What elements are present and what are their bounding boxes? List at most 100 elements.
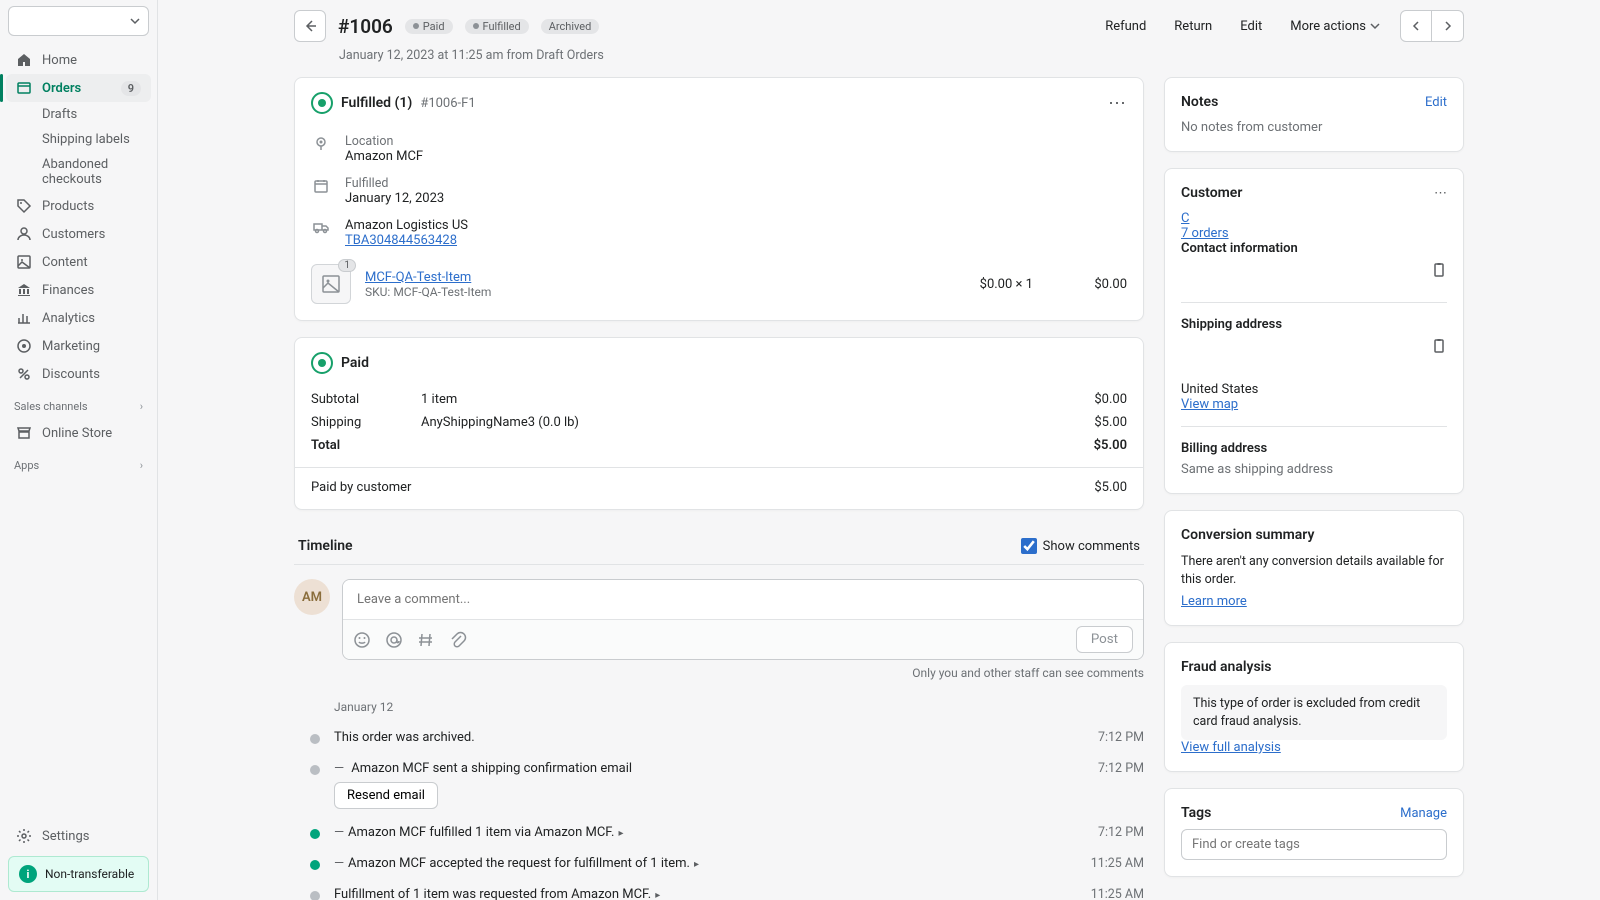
item-count-badge: 1 bbox=[338, 259, 356, 272]
paid-card: Paid Subtotal1 item$0.00 ShippingAnyShip… bbox=[294, 337, 1144, 510]
nav-drafts[interactable]: Drafts bbox=[6, 102, 151, 127]
timeline-text: Amazon MCF sent a shipping confirmation … bbox=[351, 761, 632, 776]
timeline-item[interactable]: —Amazon MCF fulfilled 1 item via Amazon … bbox=[294, 817, 1144, 848]
percent-icon bbox=[16, 366, 32, 382]
customer-menu-button[interactable]: ⋯ bbox=[1434, 186, 1447, 201]
fulfillment-menu-button[interactable]: ⋯ bbox=[1108, 93, 1127, 114]
learn-more-link[interactable]: Learn more bbox=[1181, 594, 1247, 609]
info-icon: i bbox=[19, 865, 37, 883]
order-pager bbox=[1400, 10, 1464, 42]
item-sku: SKU: MCF-QA-Test-Item bbox=[365, 285, 899, 299]
back-button[interactable] bbox=[294, 10, 326, 42]
comment-privacy-note: Only you and other staff can see comment… bbox=[342, 666, 1144, 680]
nav-discounts[interactable]: Discounts bbox=[6, 360, 151, 388]
truck-icon bbox=[311, 218, 331, 236]
customer-name-link[interactable]: C bbox=[1181, 211, 1189, 226]
orders-icon bbox=[16, 80, 32, 96]
customer-title: Customer bbox=[1181, 185, 1242, 201]
subtotal-label: Subtotal bbox=[311, 392, 421, 407]
nav-finances[interactable]: Finances bbox=[6, 276, 151, 304]
nav-marketing[interactable]: Marketing bbox=[6, 332, 151, 360]
notes-edit-link[interactable]: Edit bbox=[1425, 95, 1447, 110]
location-label: Location bbox=[345, 134, 423, 149]
total-amount: $5.00 bbox=[1027, 438, 1127, 453]
resend-email-button[interactable]: Resend email bbox=[334, 782, 438, 809]
view-full-analysis-link[interactable]: View full analysis bbox=[1181, 740, 1281, 755]
show-comments-toggle[interactable]: Show comments bbox=[1021, 538, 1140, 554]
status-badge-archived: Archived bbox=[541, 19, 600, 34]
nav-label: Customers bbox=[42, 227, 105, 242]
view-map-link[interactable]: View map bbox=[1181, 397, 1238, 412]
timeline-time: 11:25 AM bbox=[1064, 887, 1144, 900]
tracking-link[interactable]: TBA304844563428 bbox=[345, 233, 457, 248]
emoji-icon[interactable] bbox=[353, 631, 371, 649]
attach-icon[interactable] bbox=[449, 631, 467, 649]
nav-analytics[interactable]: Analytics bbox=[6, 304, 151, 332]
nav-content[interactable]: Content bbox=[6, 248, 151, 276]
customer-orders-link[interactable]: 7 orders bbox=[1181, 226, 1229, 241]
prev-order-button[interactable] bbox=[1400, 10, 1432, 42]
chevron-right-icon[interactable]: › bbox=[140, 400, 143, 413]
chart-icon bbox=[16, 310, 32, 326]
manage-tags-link[interactable]: Manage bbox=[1400, 806, 1447, 821]
clipboard-icon[interactable] bbox=[1431, 262, 1447, 278]
more-actions-button[interactable]: More actions bbox=[1282, 13, 1388, 40]
nav-online-store[interactable]: Online Store bbox=[6, 419, 151, 447]
nav-orders[interactable]: Orders 9 bbox=[6, 74, 151, 102]
fulfillment-card: Fulfilled (1) #1006-F1 ⋯ LocationAmazon … bbox=[294, 77, 1144, 321]
main-content: #1006 Paid Fulfilled Archived Refund Ret… bbox=[158, 0, 1600, 900]
return-button[interactable]: Return bbox=[1166, 13, 1220, 40]
nav-label: Online Store bbox=[42, 426, 112, 441]
billing-text: Same as shipping address bbox=[1181, 462, 1447, 477]
show-comments-checkbox[interactable] bbox=[1021, 538, 1037, 554]
nav-products[interactable]: Products bbox=[6, 192, 151, 220]
timeline-section: Timeline Show comments AM bbox=[294, 526, 1144, 900]
subtotal-amount: $0.00 bbox=[1027, 392, 1127, 407]
contact-info-label: Contact information bbox=[1181, 241, 1447, 256]
clipboard-icon[interactable] bbox=[1431, 338, 1447, 354]
check-ring-icon bbox=[311, 352, 333, 374]
store-selector[interactable] bbox=[8, 6, 149, 36]
caret-right-icon: ▸ bbox=[694, 859, 699, 870]
location-value: Amazon MCF bbox=[345, 149, 423, 164]
timeline-item[interactable]: —Amazon MCF accepted the request for ful… bbox=[294, 848, 1144, 879]
nav-label: Finances bbox=[42, 283, 94, 298]
notes-body: No notes from customer bbox=[1181, 120, 1447, 135]
tags-card: TagsManage bbox=[1164, 788, 1464, 877]
dash-icon: — bbox=[334, 761, 348, 776]
mention-icon[interactable] bbox=[385, 631, 403, 649]
chevron-down-icon bbox=[130, 16, 140, 26]
hash-icon[interactable] bbox=[417, 631, 435, 649]
timeline-text: Amazon MCF accepted the request for fulf… bbox=[348, 856, 690, 871]
chevron-right-icon[interactable]: › bbox=[140, 459, 143, 472]
calendar-icon bbox=[311, 176, 331, 194]
paid-by-label: Paid by customer bbox=[311, 480, 1027, 495]
item-name-link[interactable]: MCF-QA-Test-Item bbox=[365, 270, 471, 285]
plan-badge[interactable]: i Non-transferable bbox=[8, 856, 149, 892]
fulfillment-title: Fulfilled (1) bbox=[341, 95, 412, 111]
notes-card: NotesEdit No notes from customer bbox=[1164, 77, 1464, 152]
shipping-address-label: Shipping address bbox=[1181, 317, 1447, 332]
fraud-card: Fraud analysis This type of order is exc… bbox=[1164, 642, 1464, 772]
nav-home[interactable]: Home bbox=[6, 46, 151, 74]
nav-settings[interactable]: Settings bbox=[6, 822, 151, 850]
post-comment-button[interactable]: Post bbox=[1076, 626, 1133, 653]
caret-right-icon: ▸ bbox=[655, 890, 660, 900]
nav-shipping-labels[interactable]: Shipping labels bbox=[6, 127, 151, 152]
timeline-title: Timeline bbox=[298, 538, 353, 554]
refund-button[interactable]: Refund bbox=[1097, 13, 1154, 40]
orders-badge: 9 bbox=[121, 81, 141, 96]
shipping-country: United States bbox=[1181, 382, 1447, 397]
tags-input[interactable] bbox=[1181, 829, 1447, 860]
next-order-button[interactable] bbox=[1432, 10, 1464, 42]
nav-customers[interactable]: Customers bbox=[6, 220, 151, 248]
fulfilled-date: January 12, 2023 bbox=[345, 191, 444, 206]
timeline-dot bbox=[310, 891, 320, 900]
comment-input[interactable] bbox=[343, 580, 1143, 619]
dash-icon: — bbox=[334, 856, 348, 871]
timeline-item[interactable]: Fulfillment of 1 item was requested from… bbox=[294, 879, 1144, 900]
nav: Home Orders 9 Drafts Shipping labels Aba… bbox=[0, 46, 157, 900]
check-ring-icon bbox=[311, 92, 333, 114]
edit-button[interactable]: Edit bbox=[1232, 13, 1270, 40]
nav-abandoned-checkouts[interactable]: Abandoned checkouts bbox=[6, 152, 151, 192]
